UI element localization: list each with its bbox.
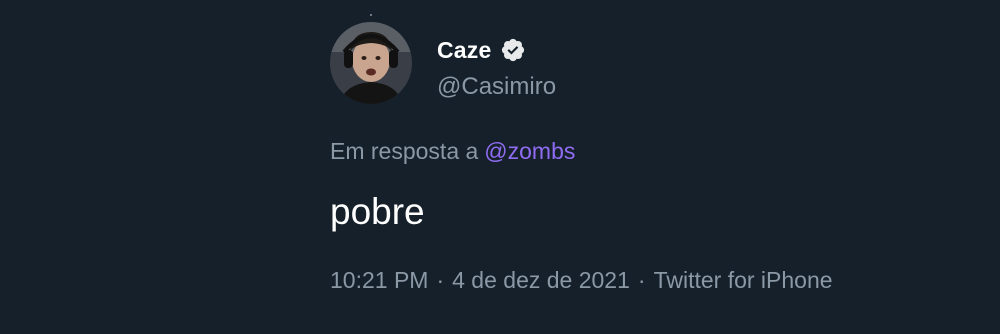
meta-separator: · bbox=[637, 267, 646, 293]
author-names: Caze @Casimiro bbox=[437, 34, 556, 101]
tweet-source: Twitter for iPhone bbox=[653, 267, 833, 293]
verified-badge-icon bbox=[500, 37, 526, 63]
meta-separator: · bbox=[436, 267, 445, 293]
avatar-photo bbox=[330, 22, 412, 104]
display-name-row: Caze bbox=[437, 34, 556, 66]
author-handle[interactable]: @Casimiro bbox=[437, 73, 556, 101]
tweet-meta: 10:21 PM · 4 de dez de 2021 · Twitter for iP… bbox=[330, 267, 970, 294]
decorative-dot bbox=[370, 14, 372, 16]
tweet-header: Caze @Casimiro bbox=[330, 22, 970, 104]
reply-prefix: Em resposta a bbox=[330, 138, 479, 164]
display-name[interactable]: Caze bbox=[437, 37, 492, 64]
reply-context: Em resposta a @zombs bbox=[330, 138, 970, 165]
tweet-time[interactable]: 10:21 PM bbox=[330, 267, 428, 293]
tweet-text: pobre bbox=[330, 191, 425, 232]
reply-mention-link[interactable]: @zombs bbox=[484, 138, 575, 164]
tweet-date[interactable]: 4 de dez de 2021 bbox=[452, 267, 630, 293]
tweet-card: Caze @Casimiro Em resposta a @zombs pobre… bbox=[330, 22, 970, 294]
avatar[interactable] bbox=[330, 22, 412, 104]
